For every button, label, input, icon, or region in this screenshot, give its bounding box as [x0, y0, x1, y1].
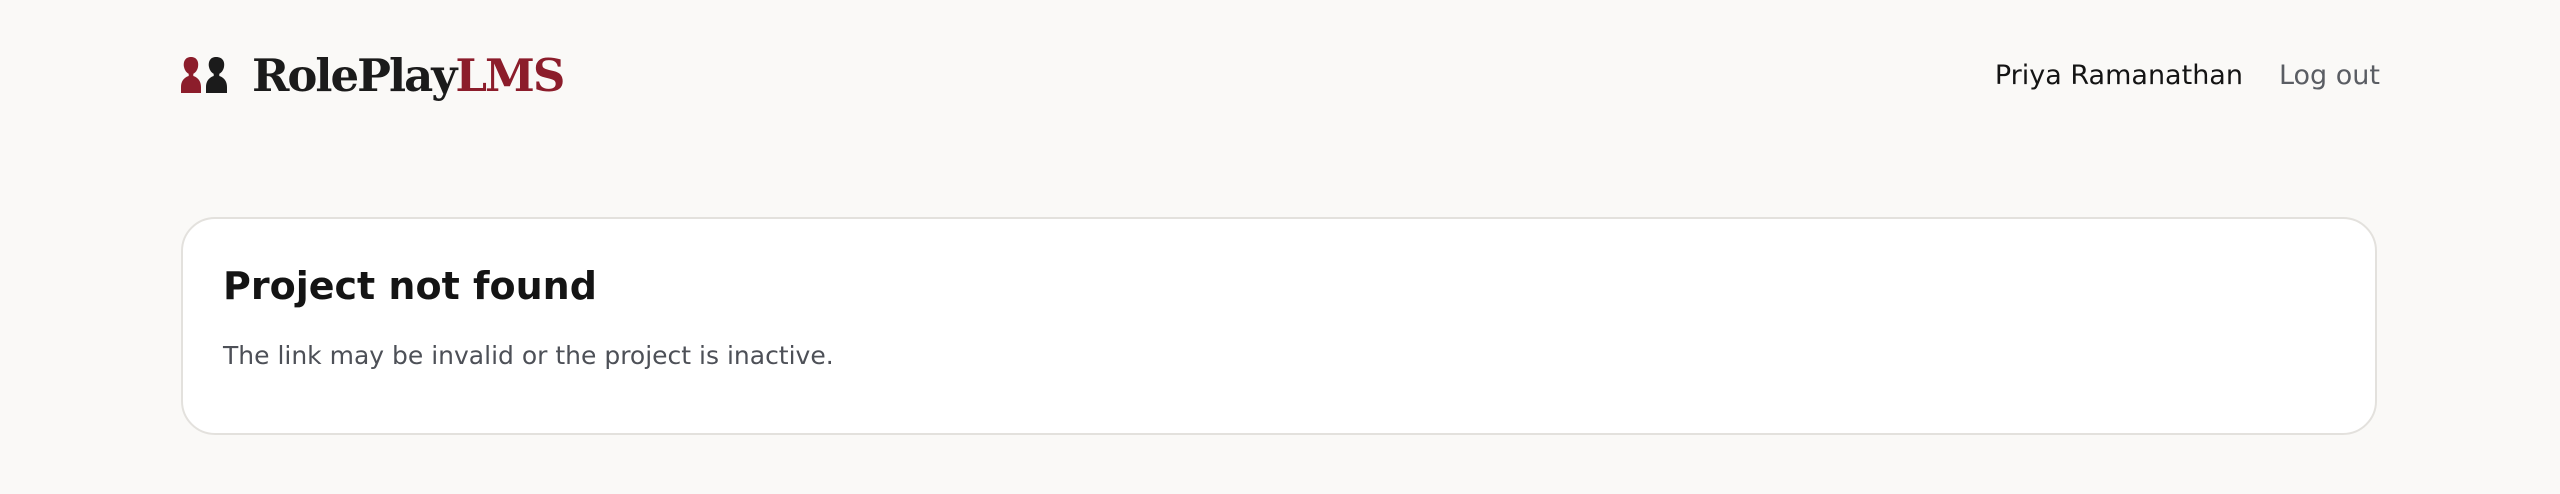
app-header: RolePlayLMS Priya Ramanathan Log out [180, 40, 2380, 110]
brand-name-primary: RolePlay [252, 48, 457, 102]
error-description: The link may be invalid or the project i… [223, 341, 834, 370]
logout-link[interactable]: Log out [2279, 60, 2380, 91]
user-name: Priya Ramanathan [1994, 59, 2243, 91]
brand-name-accent: LMS [455, 48, 565, 102]
brand-name: RolePlayLMS [252, 53, 565, 98]
brand-logo[interactable]: RolePlayLMS [180, 40, 565, 110]
not-found-card: Project not found The link may be invali… [181, 217, 2377, 435]
two-person-silhouettes-icon [181, 57, 227, 93]
user-nav: Priya Ramanathan Log out [1995, 60, 2380, 91]
page-title: Project not found [223, 264, 597, 308]
